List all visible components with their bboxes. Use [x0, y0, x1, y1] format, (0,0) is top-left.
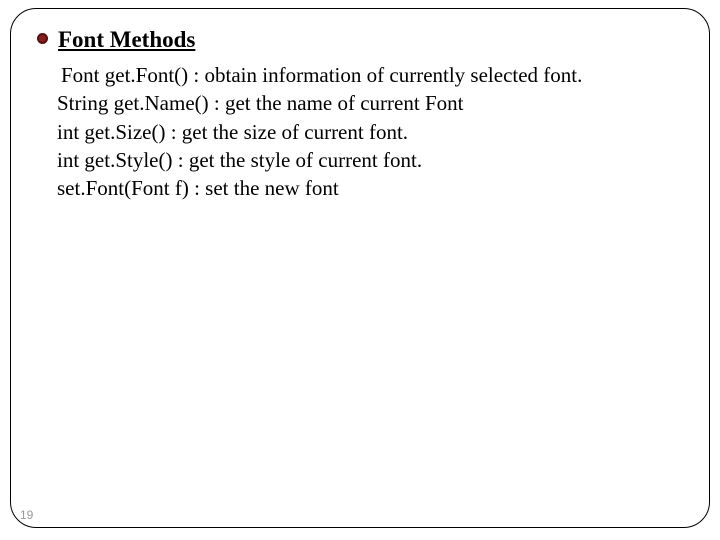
method-line: set.Font(Font f) : set the new font — [57, 174, 683, 202]
method-line: Font get.Font() : obtain information of … — [57, 61, 683, 89]
slide-title: Font Methods — [58, 27, 195, 53]
body-content: Font get.Font() : obtain information of … — [37, 61, 683, 203]
method-line: int get.Size() : get the size of current… — [57, 118, 683, 146]
bullet-icon — [37, 33, 48, 44]
title-row: Font Methods — [37, 27, 683, 53]
method-line: int get.Style() : get the style of curre… — [57, 146, 683, 174]
slide-frame: Font Methods Font get.Font() : obtain in… — [10, 8, 710, 528]
page-number: 19 — [20, 508, 33, 522]
method-line: String get.Name() : get the name of curr… — [57, 89, 683, 117]
